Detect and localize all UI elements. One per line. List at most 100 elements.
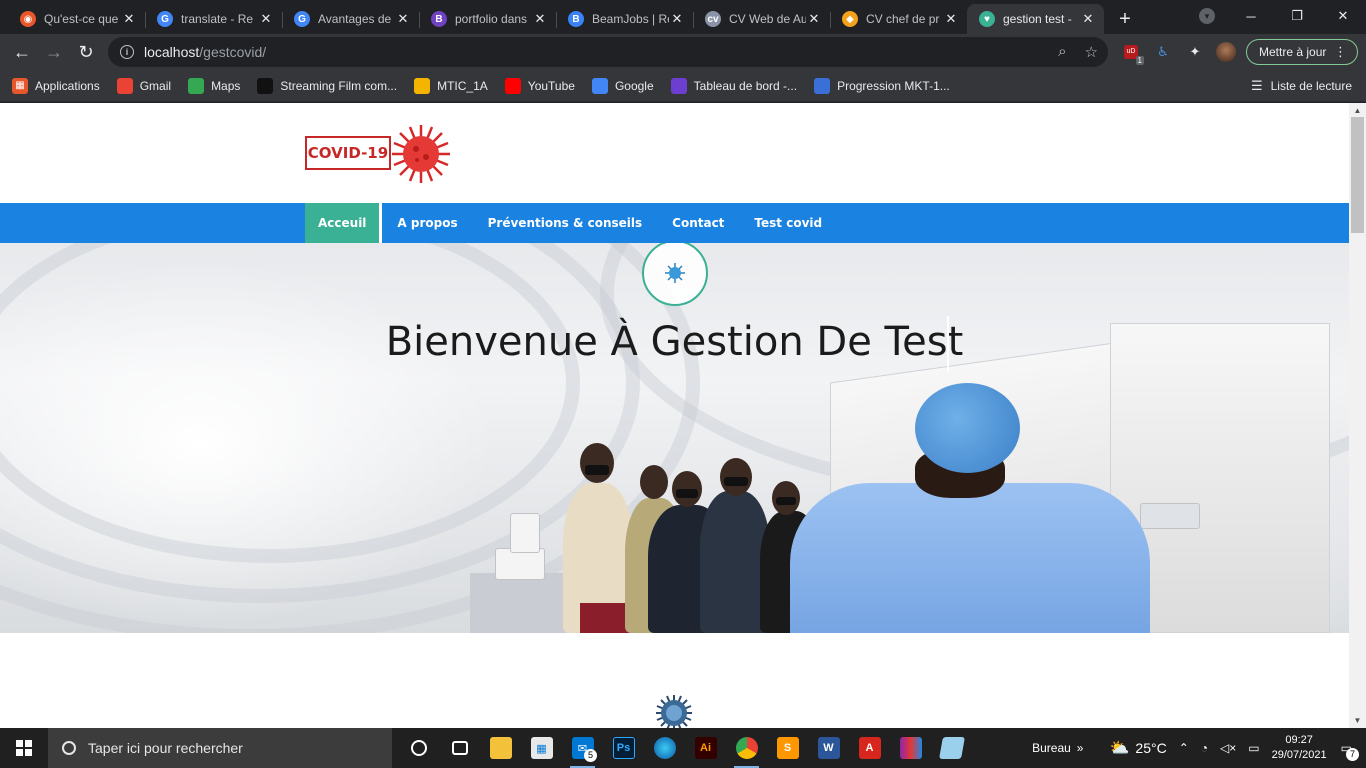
- tab-list: ◉ Qu'est-ce que ✕ Gtranslate - Re ✕ G Avantage…: [0, 4, 1104, 34]
- reload-button[interactable]: ↻: [70, 36, 102, 68]
- profile-avatar[interactable]: [1216, 42, 1236, 62]
- illustrator-icon[interactable]: Ai: [685, 728, 726, 768]
- task-view-icon[interactable]: [439, 728, 480, 768]
- nav-item[interactable]: Préventions & conseils: [473, 203, 658, 243]
- browser-tab[interactable]: Bportfolio dans ✕: [419, 4, 556, 34]
- chevron-right-icon: »: [1076, 741, 1084, 755]
- window-controls: ─ ❐ ✕: [1228, 0, 1366, 32]
- bookmark-item[interactable]: Progression MKT-1...: [814, 77, 950, 94]
- edge-icon[interactable]: [644, 728, 685, 768]
- tab-close-icon[interactable]: ✕: [121, 11, 137, 27]
- address-bar[interactable]: i localhost/gestcovid/ ⌕ ☆: [108, 37, 1108, 67]
- close-window-button[interactable]: ✕: [1320, 0, 1366, 32]
- extensions-puzzle-icon[interactable]: ✦: [1185, 42, 1205, 62]
- volume-icon[interactable]: ◁×: [1220, 741, 1236, 755]
- winrar-icon[interactable]: [890, 728, 931, 768]
- bookmark-item[interactable]: Streaming Film com...: [257, 77, 397, 94]
- scroll-up-icon[interactable]: ▲: [1349, 106, 1366, 115]
- tab-close-icon[interactable]: ✕: [669, 11, 685, 27]
- bookmark-item[interactable]: ▦ Applications: [12, 77, 100, 94]
- tab-favicon-icon: G: [294, 11, 310, 27]
- browser-tab[interactable]: ♥ gestion test - ✕: [967, 4, 1104, 34]
- battery-icon[interactable]: ▭: [1248, 741, 1259, 755]
- apps-grid-icon: ▦: [12, 77, 28, 94]
- logo-text: COVID-19: [305, 136, 391, 170]
- tab-close-icon[interactable]: ✕: [943, 11, 959, 27]
- bookmark-label: YouTube: [527, 78, 575, 93]
- photoshop-icon[interactable]: Ps: [603, 728, 644, 768]
- site-logo[interactable]: COVID-19: [305, 121, 455, 191]
- forward-button[interactable]: →: [38, 36, 70, 68]
- tray-chevron-up-icon[interactable]: ⌃: [1179, 741, 1189, 755]
- maps-icon: [188, 77, 205, 94]
- scroll-down-icon[interactable]: ▼: [1349, 716, 1366, 725]
- file-explorer-icon[interactable]: [480, 728, 521, 768]
- nav-item[interactable]: Test covid: [739, 203, 837, 243]
- word-icon[interactable]: W: [808, 728, 849, 768]
- acrobat-icon[interactable]: A: [849, 728, 890, 768]
- tab-close-icon[interactable]: ✕: [532, 11, 548, 27]
- browser-tab[interactable]: B BeamJobs | Re ✕: [556, 4, 693, 34]
- windows-taskbar: Taper ici pour rechercher ▦ ✉ 5 Ps Ai S W…: [0, 728, 1366, 768]
- nav-item[interactable]: Acceuil: [305, 203, 383, 243]
- cortana-icon[interactable]: [398, 728, 439, 768]
- site-info-icon[interactable]: i: [120, 45, 134, 59]
- new-tab-button[interactable]: +: [1110, 4, 1140, 34]
- mail-icon[interactable]: ✉ 5: [562, 728, 603, 768]
- nav-item[interactable]: Contact: [657, 203, 739, 243]
- restore-button[interactable]: ❐: [1274, 0, 1320, 32]
- bookmark-item[interactable]: Maps: [188, 77, 240, 94]
- reading-list-label: Liste de lecture: [1270, 79, 1352, 93]
- store-icon[interactable]: ▦: [521, 728, 562, 768]
- scrollbar-thumb[interactable]: [1351, 117, 1364, 233]
- temperature: 25°C: [1135, 740, 1167, 756]
- windows-logo-icon: [16, 740, 32, 756]
- site-header: COVID-19: [0, 103, 1349, 203]
- bookmark-item[interactable]: Tableau de bord -...: [670, 77, 797, 94]
- tab-close-icon[interactable]: ✕: [395, 11, 411, 27]
- browser-tab[interactable]: cv CV Web de Au ✕: [693, 4, 830, 34]
- browser-tab[interactable]: ◉ Qu'est-ce que ✕: [8, 4, 145, 34]
- page-scrollbar[interactable]: ▲ ▼: [1349, 103, 1366, 728]
- bookmark-item[interactable]: Gmail: [116, 77, 172, 94]
- nav-item[interactable]: A propos: [382, 203, 472, 243]
- tab-close-icon[interactable]: ✕: [258, 11, 274, 27]
- bookmark-item[interactable]: YouTube: [504, 77, 575, 94]
- back-button[interactable]: ←: [6, 36, 38, 68]
- bookmark-item[interactable]: MTIC_1A: [414, 77, 488, 94]
- update-browser-button[interactable]: Mettre à jour ⋮: [1246, 39, 1358, 65]
- clock[interactable]: 09:27 29/07/2021: [1272, 733, 1327, 763]
- wifi-icon[interactable]: ◔: [1201, 741, 1208, 755]
- browser-tab[interactable]: ◆ CV chef de pr ✕: [830, 4, 967, 34]
- tab-title: gestion test -: [1003, 12, 1072, 26]
- bookmark-label: Gmail: [139, 78, 172, 93]
- weather-widget[interactable]: ⛅ 25°C: [1109, 738, 1166, 758]
- zoom-search-icon[interactable]: ⌕: [1058, 43, 1066, 61]
- hero-badge-icon: [642, 243, 708, 306]
- clock-time: 09:27: [1285, 734, 1313, 746]
- virus-logo-icon: [392, 125, 450, 183]
- tab-favicon-icon: B: [431, 11, 447, 27]
- taskbar-search-placeholder: Taper ici pour rechercher: [88, 740, 243, 756]
- sublime-text-icon[interactable]: S: [767, 728, 808, 768]
- browser-tab[interactable]: G Avantages de ✕: [282, 4, 419, 34]
- bookmark-star-icon[interactable]: ☆: [1085, 43, 1098, 61]
- minimize-button[interactable]: ─: [1228, 0, 1274, 32]
- search-icon: [62, 741, 76, 755]
- chrome-icon[interactable]: [726, 728, 767, 768]
- start-button[interactable]: [0, 728, 48, 768]
- tab-close-icon[interactable]: ✕: [1080, 11, 1096, 27]
- ublock-extension-icon[interactable]: uD 1: [1121, 42, 1144, 65]
- reading-list-button[interactable]: ☰ Liste de lecture: [1251, 70, 1352, 102]
- browser-tab[interactable]: Gtranslate - Re ✕: [145, 4, 282, 34]
- notification-center-icon[interactable]: ▭ 7: [1341, 741, 1359, 761]
- tab-close-icon[interactable]: ✕: [806, 11, 822, 27]
- notepad-icon[interactable]: [931, 728, 972, 768]
- tab-search-icon[interactable]: ▾: [1199, 8, 1215, 24]
- classroom-icon: [414, 77, 431, 94]
- accessibility-extension-icon[interactable]: ♿: [1153, 42, 1173, 62]
- bookmark-item[interactable]: Google: [591, 77, 654, 94]
- virus-section-icon: [655, 694, 693, 728]
- desktop-toolbar[interactable]: Bureau »: [1032, 741, 1083, 755]
- taskbar-search[interactable]: Taper ici pour rechercher: [48, 728, 392, 768]
